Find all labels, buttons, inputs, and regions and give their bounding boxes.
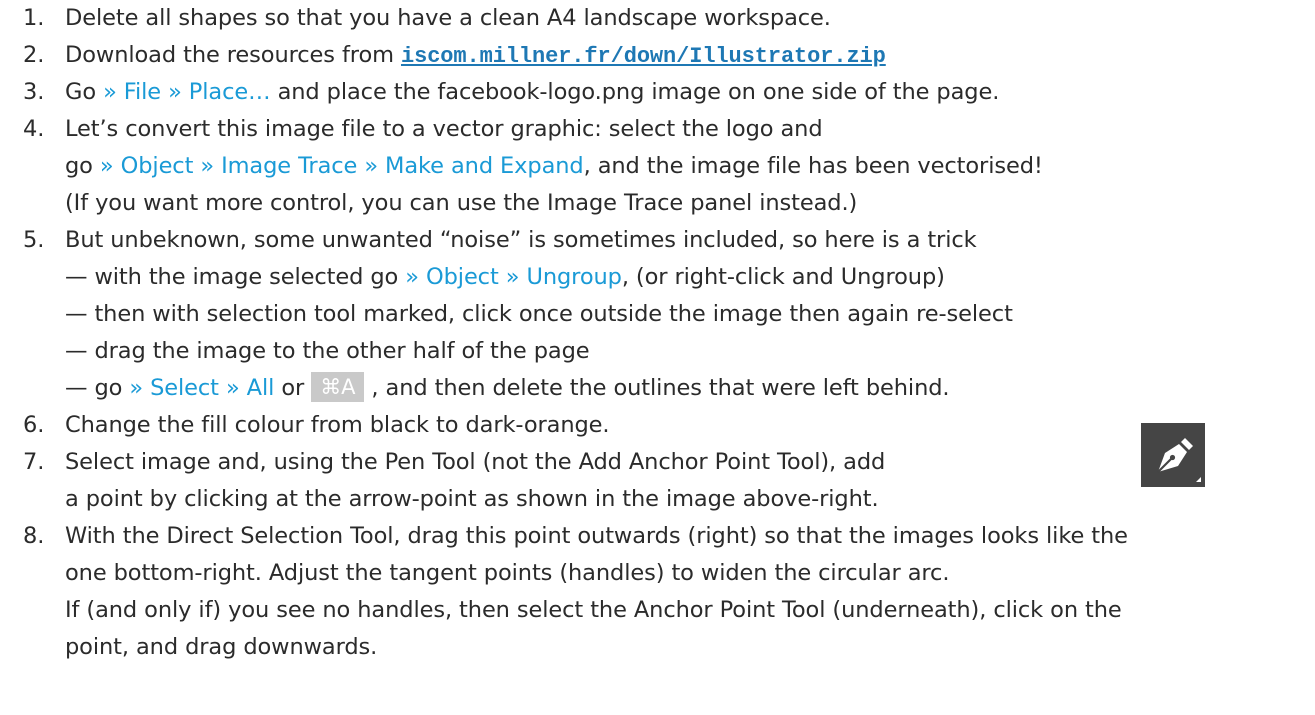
step-number: 1. bbox=[23, 5, 45, 31]
menu-path-image-trace: » Object » Image Trace » Make and Expand bbox=[99, 153, 584, 179]
text-segment: , and the image file has been vectorised… bbox=[583, 153, 1043, 179]
step-text: With the Direct Selection Tool, drag thi… bbox=[65, 523, 1128, 549]
text-segment: — with the image selected go bbox=[65, 264, 406, 290]
step-text: a point by clicking at the arrow-point a… bbox=[65, 486, 879, 512]
text-segment: , (or right-click and Ungroup) bbox=[621, 264, 945, 290]
instruction-document: 1. Delete all shapes so that you have a … bbox=[0, 0, 1315, 715]
step-text: Change the fill colour from black to dar… bbox=[65, 412, 610, 438]
menu-path-ungroup: » Object » Ungroup bbox=[405, 264, 622, 290]
resources-download-link[interactable]: iscom.millner.fr/down/Illustrator.zip bbox=[401, 44, 886, 69]
shortcut-key: A bbox=[341, 375, 356, 399]
menu-path-select-all: » Select » All bbox=[129, 375, 275, 401]
keyboard-shortcut-badge: ⌘A bbox=[311, 372, 365, 402]
step-text: Download the resources from iscom.millne… bbox=[65, 37, 886, 75]
text-segment: and place the facebook-logo.png image on… bbox=[270, 79, 1000, 105]
text-segment: — go bbox=[65, 375, 130, 401]
step-number: 2. bbox=[23, 42, 45, 68]
text-segment: or bbox=[274, 375, 312, 401]
step-text: — drag the image to the other half of th… bbox=[65, 338, 590, 364]
step-text: (If you want more control, you can use t… bbox=[65, 190, 858, 216]
step-number: 8. bbox=[23, 523, 45, 549]
step-text: point, and drag downwards. bbox=[65, 634, 378, 660]
text-segment: , and then delete the outlines that were… bbox=[364, 375, 950, 401]
text-segment: Download the resources from bbox=[65, 42, 401, 68]
step-text: Go » File » Place… and place the faceboo… bbox=[65, 74, 999, 110]
step-number: 7. bbox=[23, 449, 45, 475]
step-text: If (and only if) you see no handles, the… bbox=[65, 597, 1122, 623]
step-number: 4. bbox=[23, 116, 45, 142]
step-text: Select image and, using the Pen Tool (no… bbox=[65, 449, 886, 475]
menu-path-file-place: » File » Place… bbox=[103, 79, 271, 105]
text-segment: Go bbox=[65, 79, 104, 105]
step-text: — with the image selected go » Object » … bbox=[65, 259, 945, 295]
step-text: — go » Select » All or ⌘A , and then del… bbox=[65, 370, 950, 406]
step-number: 3. bbox=[23, 79, 45, 105]
step-text: But unbeknown, some unwanted “noise” is … bbox=[65, 227, 977, 253]
step-text: go » Object » Image Trace » Make and Exp… bbox=[65, 148, 1043, 184]
step-text: Let’s convert this image file to a vecto… bbox=[65, 116, 823, 142]
pen-tool-glyph bbox=[1157, 438, 1201, 482]
step-text: — then with selection tool marked, click… bbox=[65, 301, 1013, 327]
pen-tool-icon bbox=[1141, 423, 1205, 487]
step-text: one bottom-right. Adjust the tangent poi… bbox=[65, 560, 950, 586]
step-text: Delete all shapes so that you have a cle… bbox=[65, 5, 831, 31]
command-key-icon: ⌘ bbox=[320, 375, 342, 399]
text-segment: go bbox=[65, 153, 100, 179]
step-number: 6. bbox=[23, 412, 45, 438]
step-number: 5. bbox=[23, 227, 45, 253]
